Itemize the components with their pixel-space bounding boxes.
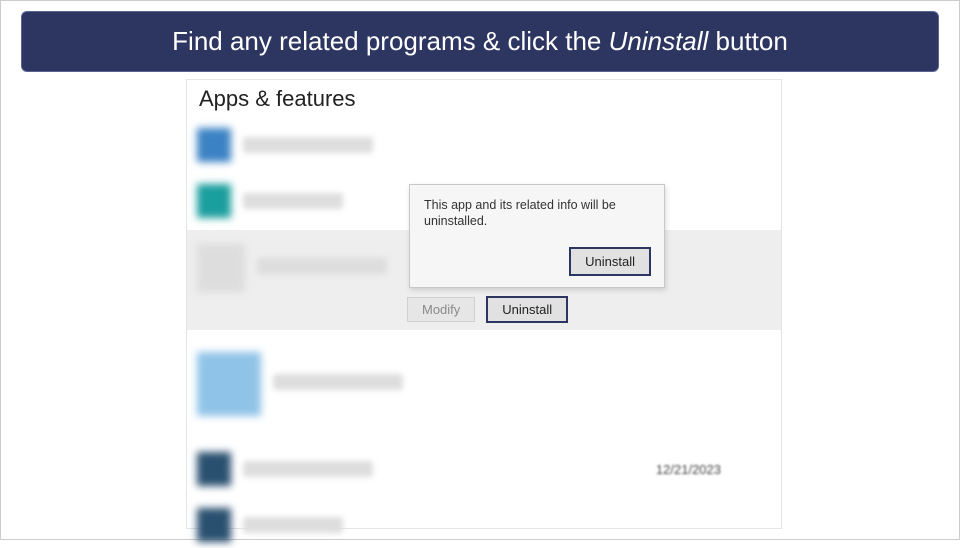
app-icon bbox=[197, 128, 231, 162]
app-icon bbox=[197, 508, 231, 542]
banner-text-prefix: Find any related programs & click the bbox=[172, 26, 608, 56]
app-icon bbox=[197, 244, 245, 292]
app-icon bbox=[197, 452, 231, 486]
app-label-blurred bbox=[243, 137, 373, 153]
settings-window: Apps & features Modify Uninstall 12/21/2 bbox=[186, 79, 782, 529]
app-label-blurred bbox=[257, 258, 387, 274]
action-row: Modify Uninstall bbox=[407, 297, 567, 322]
app-label-blurred bbox=[273, 374, 403, 390]
page-title: Apps & features bbox=[187, 80, 781, 122]
app-item[interactable] bbox=[187, 502, 781, 548]
app-icon bbox=[197, 184, 231, 218]
app-item[interactable]: 12/21/2023 bbox=[187, 446, 781, 492]
uninstall-button[interactable]: Uninstall bbox=[487, 297, 567, 322]
app-label-blurred bbox=[243, 517, 343, 533]
app-icon bbox=[197, 352, 261, 416]
app-label-blurred bbox=[243, 193, 343, 209]
popup-actions: Uninstall bbox=[424, 248, 650, 275]
banner-text-emphasis: Uninstall bbox=[609, 26, 709, 56]
modify-button: Modify bbox=[407, 297, 475, 322]
instruction-banner: Find any related programs & click the Un… bbox=[21, 11, 939, 72]
popup-message: This app and its related info will be un… bbox=[424, 197, 650, 230]
uninstall-confirm-popup: This app and its related info will be un… bbox=[409, 184, 665, 288]
app-label-blurred bbox=[243, 461, 373, 477]
app-item[interactable] bbox=[187, 122, 781, 168]
banner-text-suffix: button bbox=[708, 26, 788, 56]
popup-uninstall-button[interactable]: Uninstall bbox=[570, 248, 650, 275]
app-item[interactable] bbox=[187, 342, 781, 432]
app-date: 12/21/2023 bbox=[656, 462, 721, 477]
